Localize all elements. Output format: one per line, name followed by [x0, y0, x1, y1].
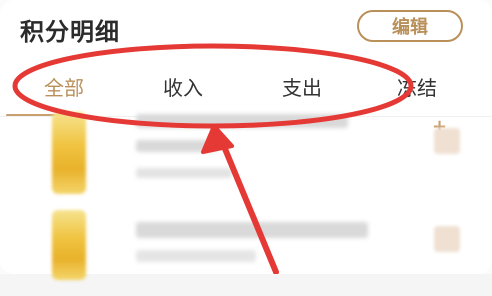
points-value-blurred: [434, 226, 460, 252]
item-thumbnail: [52, 112, 86, 194]
item-title-blurred: [136, 114, 348, 128]
item-subtitle-blurred: [136, 140, 216, 152]
item-date-blurred: [136, 168, 232, 178]
points-detail-card: 积分明细 编辑 全部 收入 支出 冻结 +: [0, 0, 492, 280]
tab-expense[interactable]: 支出: [282, 76, 322, 100]
list-item[interactable]: [0, 204, 492, 296]
points-value-blurred: [434, 128, 460, 154]
page: 积分明细 编辑 全部 收入 支出 冻结 +: [0, 0, 492, 280]
item-subtitle-blurred: [136, 250, 256, 262]
item-thumbnail: [52, 210, 86, 280]
list-item[interactable]: +: [0, 110, 492, 202]
edit-button[interactable]: 编辑: [357, 10, 463, 42]
item-title-blurred: [136, 222, 368, 238]
tab-all[interactable]: 全部: [44, 76, 84, 100]
tab-income[interactable]: 收入: [163, 76, 203, 100]
tab-frozen[interactable]: 冻结: [397, 76, 437, 100]
page-title: 积分明细: [20, 18, 120, 46]
